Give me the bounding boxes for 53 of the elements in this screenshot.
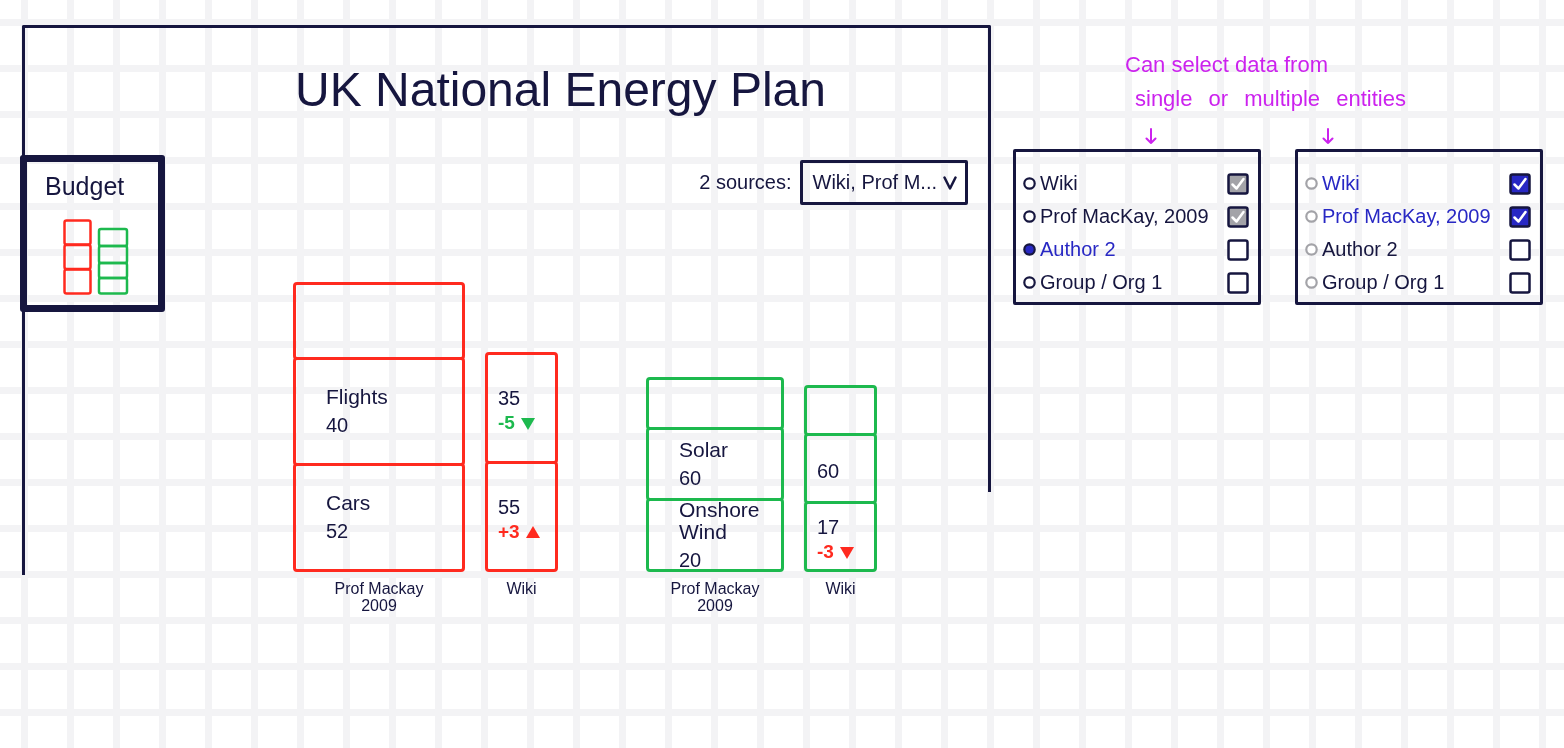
down-arrow-icon [1322,128,1334,144]
source-label: Author 2 [1322,238,1399,261]
checkbox[interactable] [1227,271,1249,294]
stack-caption: Prof Mackay 2009 [333,580,425,614]
checkbox[interactable] [1227,205,1249,228]
source-label: Group / Org 1 [1040,271,1164,294]
source-label: Author 2 [1040,238,1117,261]
checkbox[interactable] [1509,271,1531,294]
source-label: Wiki [1322,172,1361,195]
category-label: Cars [326,492,371,515]
change-label: -5 [498,413,515,435]
annotation-text: single or multiple entities [1135,85,1406,113]
radio-button[interactable] [1023,177,1036,190]
checkbox[interactable] [1509,205,1531,228]
value-label: 55 [498,494,521,519]
checkbox[interactable] [1227,172,1249,195]
radio-button[interactable] [1023,243,1036,256]
page-title: UK National Energy Plan [295,62,826,118]
checkbox[interactable] [1509,172,1531,195]
source-count-label: 2 sources: [699,171,792,194]
source-label: Prof MacKay, 2009 [1322,205,1492,228]
radio-button[interactable] [1305,243,1318,256]
stack-caption: Wiki [506,580,537,597]
budget-title: Budget [45,171,125,201]
category-label: Solar [679,438,729,461]
annotation-text: Can select data from [1125,51,1328,79]
radio-button[interactable] [1023,276,1036,289]
source-label: Group / Org 1 [1322,271,1446,294]
value-label: 60 [679,465,702,490]
radio-button[interactable] [1023,210,1036,223]
checkbox[interactable] [1509,238,1531,261]
value-label: 17 [817,515,840,540]
value-label: 35 [498,386,521,411]
down-arrow-icon [1145,128,1157,144]
stack-caption: Wiki [825,580,856,597]
source-label: Prof MacKay, 2009 [1040,205,1210,228]
value-label: 20 [679,547,702,572]
stack-caption: Prof Mackay 2009 [669,580,761,614]
source-dropdown[interactable]: Wiki, Prof M... [799,160,968,205]
value-label: 40 [326,413,349,438]
radio-button[interactable] [1305,276,1318,289]
checkbox[interactable] [1227,238,1249,261]
category-label: Flights [326,386,388,409]
radio-button[interactable] [1305,210,1318,223]
stacked-bars-icon [63,219,129,295]
source-label: Wiki [1040,172,1079,195]
value-label: 60 [817,459,840,484]
caret-icon [943,175,957,190]
value-label: 52 [326,519,349,544]
category-label: Onshore Wind [679,498,761,543]
radio-button[interactable] [1305,177,1318,190]
change-label: -3 [817,542,834,564]
change-label: +3 [498,521,520,543]
